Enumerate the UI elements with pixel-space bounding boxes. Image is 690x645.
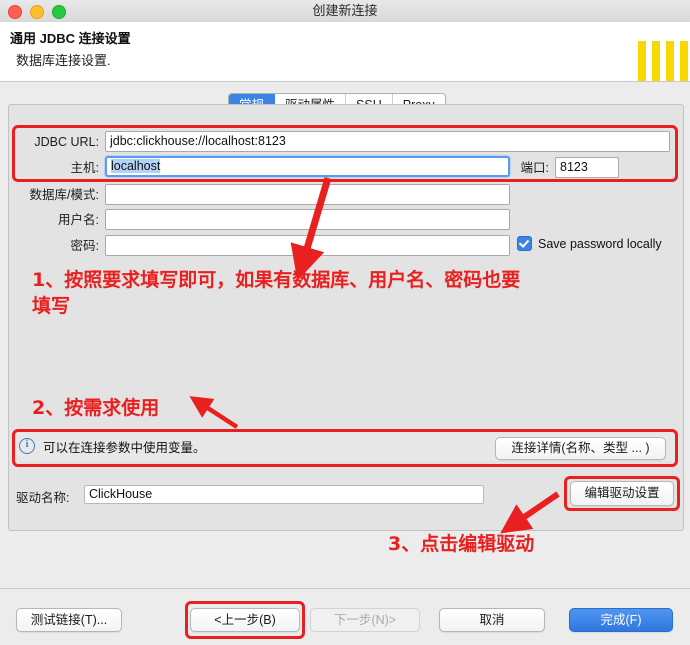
variables-info-text: 可以在连接参数中使用变量。 xyxy=(43,440,206,455)
annotation-note-2: 2、按需求使用 xyxy=(32,397,160,419)
host-input-value: localhost xyxy=(111,159,161,173)
page-title: 通用 JDBC 连接设置 xyxy=(10,31,131,46)
username-input[interactable] xyxy=(105,209,510,230)
page-subtitle: 数据库连接设置. xyxy=(16,53,111,68)
edit-driver-settings-button[interactable]: 编辑驱动设置 xyxy=(570,481,674,506)
previous-button[interactable]: <上一步(B) xyxy=(190,608,300,632)
annotation-note-3: 3、点击编辑驱动 xyxy=(388,533,535,555)
jdbc-url-input[interactable]: jdbc:clickhouse://localhost:8123 xyxy=(105,131,670,152)
password-input[interactable] xyxy=(105,235,510,256)
annotation-note-1: 1、按照要求填写即可，如果有数据库、用户名、密码也要 填写 xyxy=(32,269,521,317)
password-label: 密码: xyxy=(70,239,99,253)
username-label: 用户名: xyxy=(58,213,99,227)
database-label: 数据库/模式: xyxy=(29,188,99,202)
database-input[interactable] xyxy=(105,184,510,205)
finish-button[interactable]: 完成(F) xyxy=(569,608,673,632)
host-label-wrap: 主机: xyxy=(9,157,99,179)
dbeaver-logo-icon xyxy=(636,41,690,81)
title-bar: 创建新连接 xyxy=(0,0,690,23)
jdbc-url-label: JDBC URL: xyxy=(34,135,99,149)
test-connection-button[interactable]: 测试链接(T)... xyxy=(16,608,122,632)
jdbc-url-label-wrap: JDBC URL: xyxy=(9,131,99,153)
checkbox-check-icon[interactable] xyxy=(517,236,532,251)
database-label-wrap: 数据库/模式: xyxy=(9,184,99,206)
connection-details-button[interactable]: 连接详情(名称、类型 ... ) xyxy=(495,437,666,460)
password-label-wrap: 密码: xyxy=(9,235,99,257)
driver-name-input[interactable]: ClickHouse xyxy=(84,485,484,504)
create-connection-window: 创建新连接 通用 JDBC 连接设置 数据库连接设置. 常规 驱动属性 SSH … xyxy=(0,0,690,645)
window-title: 创建新连接 xyxy=(312,3,378,18)
port-label-wrap: 端口: xyxy=(504,157,549,179)
host-label: 主机: xyxy=(70,161,99,175)
cancel-button[interactable]: 取消 xyxy=(439,608,545,632)
next-button: 下一步(N)> xyxy=(310,608,420,632)
save-password-checkbox[interactable]: Save password locally xyxy=(517,236,662,251)
port-input[interactable]: 8123 xyxy=(555,157,619,178)
port-label: 端口: xyxy=(520,161,549,175)
host-input[interactable]: localhost xyxy=(105,156,510,177)
info-icon: i xyxy=(19,438,35,454)
save-password-label: Save password locally xyxy=(538,236,662,251)
dialog-header: 通用 JDBC 连接设置 数据库连接设置. xyxy=(0,22,690,82)
driver-name-label: 驱动名称: xyxy=(16,491,70,505)
username-label-wrap: 用户名: xyxy=(9,209,99,231)
